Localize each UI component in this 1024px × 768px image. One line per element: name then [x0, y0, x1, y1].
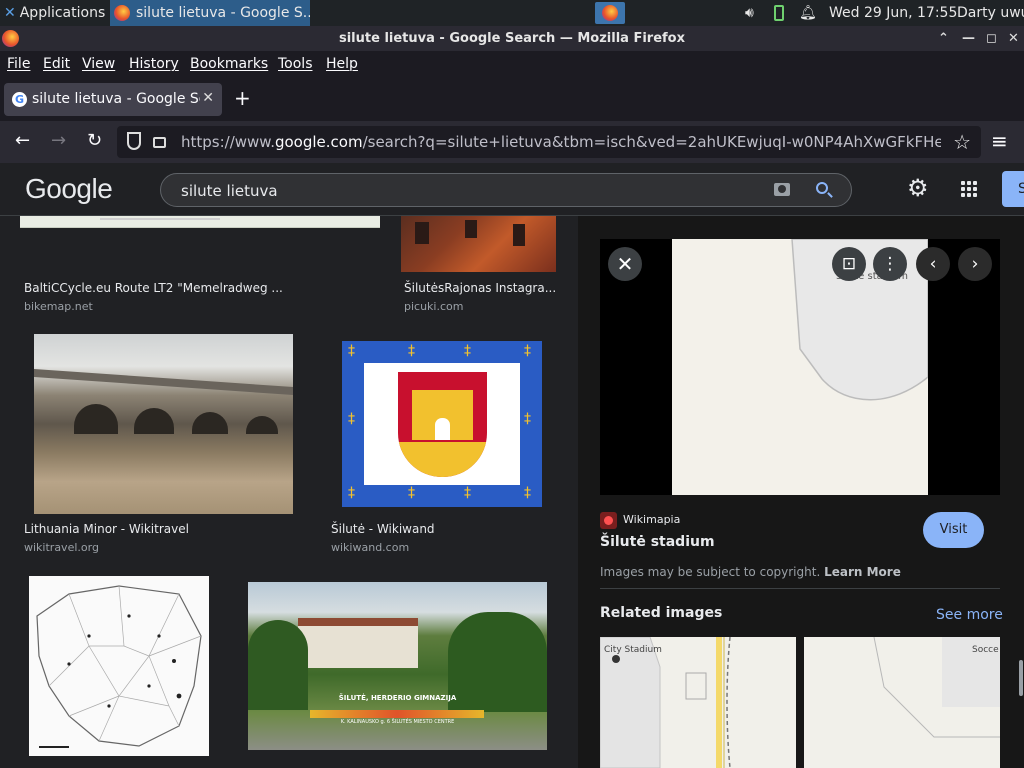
result-image-gymnasium[interactable]: ŠILUTĖ, HERDERIO GIMNAZIJA K. KALINAUSKO… [248, 582, 547, 750]
result-caption[interactable]: Lithuania Minor - Wikitravel [24, 522, 189, 536]
menu-bar: File Edit View History Bookmarks Tools H… [0, 51, 1024, 78]
photo-overlay-title: ŠILUTĖ, HERDERIO GIMNAZIJA [338, 694, 457, 702]
new-tab-plus-icon[interactable]: + [234, 86, 251, 110]
search-input[interactable] [181, 180, 741, 202]
result-caption[interactable]: ŠilutėsRajonas Instagra... [404, 281, 556, 295]
forward-arrow-icon[interactable]: → [51, 131, 66, 151]
tab-label: silute lietuva - Google Search [32, 91, 200, 107]
result-image-lithuania-map[interactable] [29, 576, 209, 756]
learn-more-link[interactable]: Learn More [824, 565, 901, 579]
menu-edit[interactable]: Edit [43, 56, 70, 72]
google-search-box [160, 173, 852, 207]
google-header: Google ⚙ S [0, 163, 1024, 216]
bookmark-star-icon[interactable]: ☆ [953, 130, 971, 154]
divider [600, 588, 1000, 589]
user-menu[interactable]: Darty uwu [957, 0, 1024, 26]
window-shade-icon[interactable]: ⌃ [938, 26, 949, 51]
see-more-link[interactable]: See more [936, 607, 1003, 623]
copyright-notice: Images may be subject to copyright. Lear… [600, 565, 901, 579]
more-options-icon[interactable]: ⋮ [873, 247, 907, 281]
sign-in-button[interactable]: S [1002, 171, 1024, 207]
tracking-protection-shield-icon[interactable] [127, 132, 141, 150]
menu-tools[interactable]: Tools [278, 56, 313, 72]
preview-title[interactable]: Šilutė stadium [600, 534, 715, 550]
result-source[interactable]: picuki.com [404, 300, 463, 313]
volume-icon[interactable]: 🔊︎ [745, 0, 754, 26]
related-image-label: Socce [972, 645, 999, 655]
url-bar[interactable]: https://www.google.com/search?q=silute+l… [117, 126, 981, 158]
navigation-bar: ← → ↻ https://www.google.com/search?q=si… [0, 121, 1024, 163]
result-source[interactable]: wikiwand.com [331, 541, 409, 554]
camera-search-icon[interactable] [774, 183, 790, 196]
google-favicon-icon: G [12, 92, 27, 107]
result-image-bikemap[interactable] [20, 216, 380, 228]
back-arrow-icon[interactable]: ← [15, 131, 30, 151]
next-image-icon[interactable]: › [958, 247, 992, 281]
tab-close-icon[interactable]: ✕ [202, 90, 214, 106]
xfce-logo-icon: ✕ [4, 5, 16, 21]
search-icon[interactable] [816, 182, 828, 194]
firefox-icon [114, 5, 130, 21]
scrollbar-thumb[interactable] [1019, 660, 1023, 696]
menu-history[interactable]: History [129, 56, 179, 72]
hamburger-menu-icon[interactable]: ≡ [991, 129, 1008, 153]
preview-source-name[interactable]: Wikimapia [623, 513, 680, 526]
result-caption[interactable]: Šilutė - Wikiwand [331, 522, 435, 536]
notification-bell-icon[interactable]: 🔔︎ [799, 0, 817, 26]
reload-icon[interactable]: ↻ [87, 131, 102, 151]
taskbar-firefox-launcher[interactable] [595, 2, 625, 24]
clock[interactable]: Wed 29 Jun, 17:55 [829, 0, 957, 26]
window-close-icon[interactable]: ✕ [1008, 26, 1019, 51]
window-title: silute lietuva - Google Search — Mozilla… [338, 31, 685, 46]
related-image-label: City Stadium [604, 645, 662, 655]
preview-image[interactable]: Šilutė stadium ✕ ⊡ ⋮ ‹ › [600, 239, 1000, 495]
close-preview-icon[interactable]: ✕ [608, 247, 642, 281]
tab-google-search[interactable]: G silute lietuva - Google Search ✕ [4, 83, 222, 116]
menu-file[interactable]: File [7, 56, 30, 72]
visit-button[interactable]: Visit [923, 512, 984, 548]
image-preview-panel: Šilutė stadium ✕ ⊡ ⋮ ‹ › Wikimapia Šilut… [578, 216, 1024, 768]
related-image-2[interactable]: Socce [804, 637, 1000, 768]
photo-overlay-subtitle: K. KALINAUSKO g. 6 ŠILUTĖS MIESTO CENTRE [340, 719, 455, 725]
menu-help[interactable]: Help [326, 56, 358, 72]
result-source[interactable]: bikemap.net [24, 300, 93, 313]
related-images-heading: Related images [600, 605, 723, 621]
lens-search-icon[interactable]: ⊡ [832, 247, 866, 281]
image-results-grid: BaltiCCycle.eu Route LT2 "Memelradweg ..… [0, 216, 578, 768]
google-logo[interactable]: Google [25, 173, 113, 205]
firefox-icon [602, 5, 618, 21]
window-maximize-icon[interactable]: ◻ [986, 26, 997, 51]
padlock-icon[interactable] [153, 137, 166, 148]
tab-bar: G silute lietuva - Google Search ✕ + [0, 78, 1024, 121]
settings-gear-icon[interactable]: ⚙ [907, 175, 929, 201]
url-text[interactable]: https://www.google.com/search?q=silute+l… [181, 133, 941, 151]
window-minimize-icon[interactable]: — [962, 26, 975, 51]
result-image-instagram[interactable] [401, 216, 556, 272]
battery-icon[interactable] [774, 5, 784, 21]
result-image-bridge[interactable] [34, 334, 293, 514]
result-source[interactable]: wikitravel.org [24, 541, 99, 554]
taskbar-window-firefox[interactable]: silute lietuva - Google S... [110, 0, 310, 26]
result-image-coat-of-arms[interactable]: ‡ ‡ ‡ ‡ ‡ ‡ ‡ ‡ ‡ ‡ [342, 341, 542, 507]
lithuania-outline-icon [36, 585, 202, 748]
menu-bookmarks[interactable]: Bookmarks [190, 56, 268, 72]
applications-menu[interactable]: ✕ Applications [4, 0, 105, 26]
related-map-outline-icon [873, 637, 1000, 738]
result-caption[interactable]: BaltiCCycle.eu Route LT2 "Memelradweg ..… [24, 281, 283, 295]
google-apps-grid-icon[interactable] [961, 181, 977, 197]
related-map-outline-icon [600, 637, 731, 768]
previous-image-icon[interactable]: ‹ [916, 247, 950, 281]
menu-view[interactable]: View [82, 56, 115, 72]
window-titlebar: silute lietuva - Google Search — Mozilla… [0, 26, 1024, 51]
wikimapia-favicon-icon [600, 512, 617, 529]
related-image-1[interactable]: City Stadium [600, 637, 796, 768]
taskbar: ✕ Applications silute lietuva - Google S.… [0, 0, 1024, 26]
